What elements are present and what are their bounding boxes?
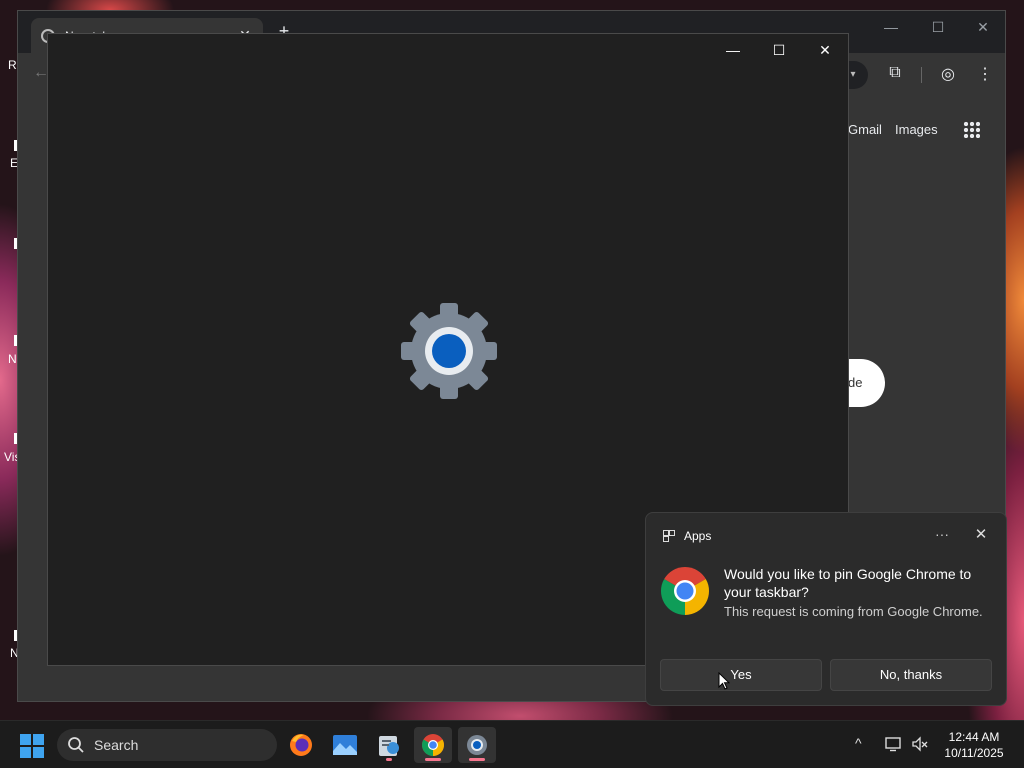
taskbar-search[interactable]: Search [57,729,277,761]
maximize-button[interactable]: ☐ [923,19,953,36]
volume-muted-icon[interactable] [911,736,929,752]
taskbar: Search ^ 12:44 AM 10/11/2025 [0,720,1024,768]
notification-close-icon[interactable]: ✕ [971,525,991,543]
chrome-taskbar-button[interactable] [414,727,452,763]
network-icon[interactable] [885,736,903,752]
app-taskbar-button[interactable] [370,727,408,763]
tab-search-icon[interactable]: ⧉ [884,64,906,82]
settings-minimize-button[interactable]: — [718,40,748,60]
settings-taskbar-button[interactable] [458,727,496,763]
no-thanks-button[interactable]: No, thanks [830,659,992,691]
gmail-link[interactable]: Gmail [848,122,882,137]
minimize-button[interactable]: — [876,19,906,35]
notification-body: This request is coming from Google Chrom… [724,604,983,619]
firefox-icon [290,734,312,756]
search-placeholder: Search [94,737,139,753]
search-icon [68,737,84,753]
pin-notification: Apps ··· ✕ Would you like to pin Google … [645,512,1007,706]
photos-icon [333,735,357,755]
notification-app-name: Apps [684,529,712,543]
desktop-icon-label[interactable]: N [8,352,17,366]
mouse-cursor-icon [718,672,730,690]
firefox-taskbar-button[interactable] [282,727,320,763]
clock-date: 10/11/2025 [944,746,1004,760]
toolbar-divider [921,67,922,83]
clock[interactable]: 12:44 AM 10/11/2025 [938,729,1010,761]
running-indicator [386,758,392,761]
more-options-icon[interactable]: ··· [932,526,952,542]
show-hidden-icons-chevron-icon[interactable]: ^ [855,735,862,751]
profile-icon[interactable]: ◎ [937,64,959,84]
active-indicator [425,758,441,761]
settings-close-button[interactable]: ✕ [810,40,840,60]
photos-taskbar-button[interactable] [326,727,364,763]
yes-button[interactable]: Yes [660,659,822,691]
clock-time: 12:44 AM [948,730,1000,744]
google-apps-icon[interactable] [963,121,980,138]
chrome-logo-icon [660,567,710,615]
images-link[interactable]: Images [895,122,938,137]
active-indicator [469,758,485,761]
menu-icon[interactable]: ⋮ [974,64,996,84]
settings-maximize-button[interactable]: ☐ [764,40,794,60]
settings-gear-icon [401,303,497,399]
close-button[interactable]: ✕ [968,19,998,36]
apps-icon [663,530,675,542]
notification-title: Would you like to pin Google Chrome to y… [724,566,972,600]
windows-start-icon[interactable] [20,734,44,758]
